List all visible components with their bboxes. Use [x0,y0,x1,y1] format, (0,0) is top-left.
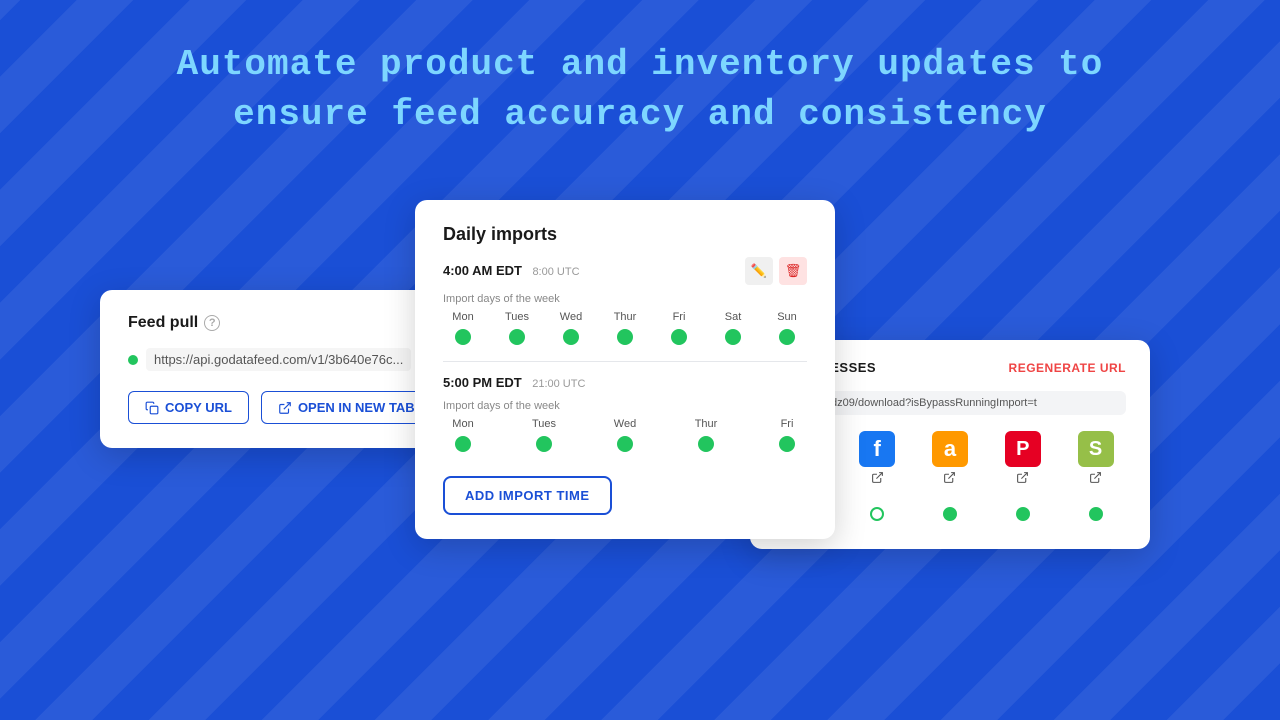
schedule2-dot-wed[interactable] [617,436,633,452]
schedule1-dot-wed[interactable] [563,329,579,345]
schedule2-dot-thur[interactable] [698,436,714,452]
open-new-tab-button[interactable]: OPEN IN NEW TAB [261,391,432,424]
day-sun: Sun [767,311,807,323]
url-status-dot [128,355,138,365]
facebook-link-icon[interactable] [871,471,884,487]
s2-day-mon: Mon [443,418,483,430]
pinterest-logo: P [1005,431,1041,467]
day-mon: Mon [443,311,483,323]
platform-facebook: f [847,431,908,487]
shopify-logo: S [1078,431,1114,467]
schedule2-dot-mon[interactable] [455,436,471,452]
hero-line2: ensure feed accuracy and consistency [60,90,1220,140]
facebook-status-dot [870,507,884,521]
schedule2-dot-fri[interactable] [779,436,795,452]
hero-section: Automate product and inventory updates t… [0,0,1280,171]
day-tues: Tues [497,311,537,323]
schedule1-actions: ✏️ 🗑 [745,257,807,285]
schedule1-days-label: Import days of the week [443,293,807,305]
schedule1-dot-mon[interactable] [455,329,471,345]
schedule1-day-dots [443,329,807,345]
day-fri: Fri [659,311,699,323]
hero-line1: Automate product and inventory updates t… [60,40,1220,90]
pinterest-status-dot-item [992,499,1053,529]
facebook-logo: f [859,431,895,467]
schedule1-dot-fri[interactable] [671,329,687,345]
schedule1-time: 4:00 AM EDT 8:00 UTC [443,262,580,280]
amazon-link-icon[interactable] [943,471,956,487]
schedule2-time-row: 5:00 PM EDT 21:00 UTC [443,374,807,392]
add-import-time-button[interactable]: ADD IMPORT TIME [443,476,612,515]
divider [443,361,807,362]
schedule1-dot-sat[interactable] [725,329,741,345]
edit-schedule1-button[interactable]: ✏️ [745,257,773,285]
s2-day-fri: Fri [767,418,807,430]
copy-url-button[interactable]: COPY URL [128,391,249,424]
platform-shopify: S [1065,431,1126,487]
day-wed: Wed [551,311,591,323]
pinterest-status-dot [1016,507,1030,521]
schedule1-time-row: 4:00 AM EDT 8:00 UTC ✏️ 🗑 [443,257,807,285]
s2-day-tues: Tues [524,418,564,430]
shopify-status-dot-item [1065,499,1126,529]
shopify-status-dot [1089,507,1103,521]
amazon-status-dot [943,507,957,521]
help-icon[interactable]: ? [204,315,220,331]
schedule2-days-label: Import days of the week [443,400,807,412]
schedule2-time: 5:00 PM EDT 21:00 UTC [443,374,585,392]
schedule2-day-dots [443,436,807,452]
schedule1-dot-sun[interactable] [779,329,795,345]
amazon-status-dot-item [920,499,981,529]
schedule2-day-names: Mon Tues Wed Thur Fri [443,418,807,430]
s2-day-thur: Thur [686,418,726,430]
s2-day-wed: Wed [605,418,645,430]
amazon-logo: a [932,431,968,467]
shopify-link-icon[interactable] [1089,471,1102,487]
platform-pinterest: P [992,431,1053,487]
copy-icon [145,401,159,415]
schedule2-dot-tues[interactable] [536,436,552,452]
day-thur: Thur [605,311,645,323]
schedule1-dot-thur[interactable] [617,329,633,345]
daily-imports-title: Daily imports [443,224,807,245]
daily-imports-card: Daily imports 4:00 AM EDT 8:00 UTC ✏️ 🗑 … [415,200,835,539]
external-link-icon [278,401,292,415]
day-sat: Sat [713,311,753,323]
feed-url: https://api.godatafeed.com/v1/3b640e76c.… [146,348,411,371]
facebook-status-dot-item [847,499,908,529]
regenerate-url-button[interactable]: REGENERATE URL [1009,361,1126,375]
schedule1-day-names: Mon Tues Wed Thur Fri Sat Sun [443,311,807,323]
delete-schedule1-button[interactable]: 🗑 [779,257,807,285]
schedule1-dot-tues[interactable] [509,329,525,345]
pinterest-link-icon[interactable] [1016,471,1029,487]
platform-amazon: a [920,431,981,487]
